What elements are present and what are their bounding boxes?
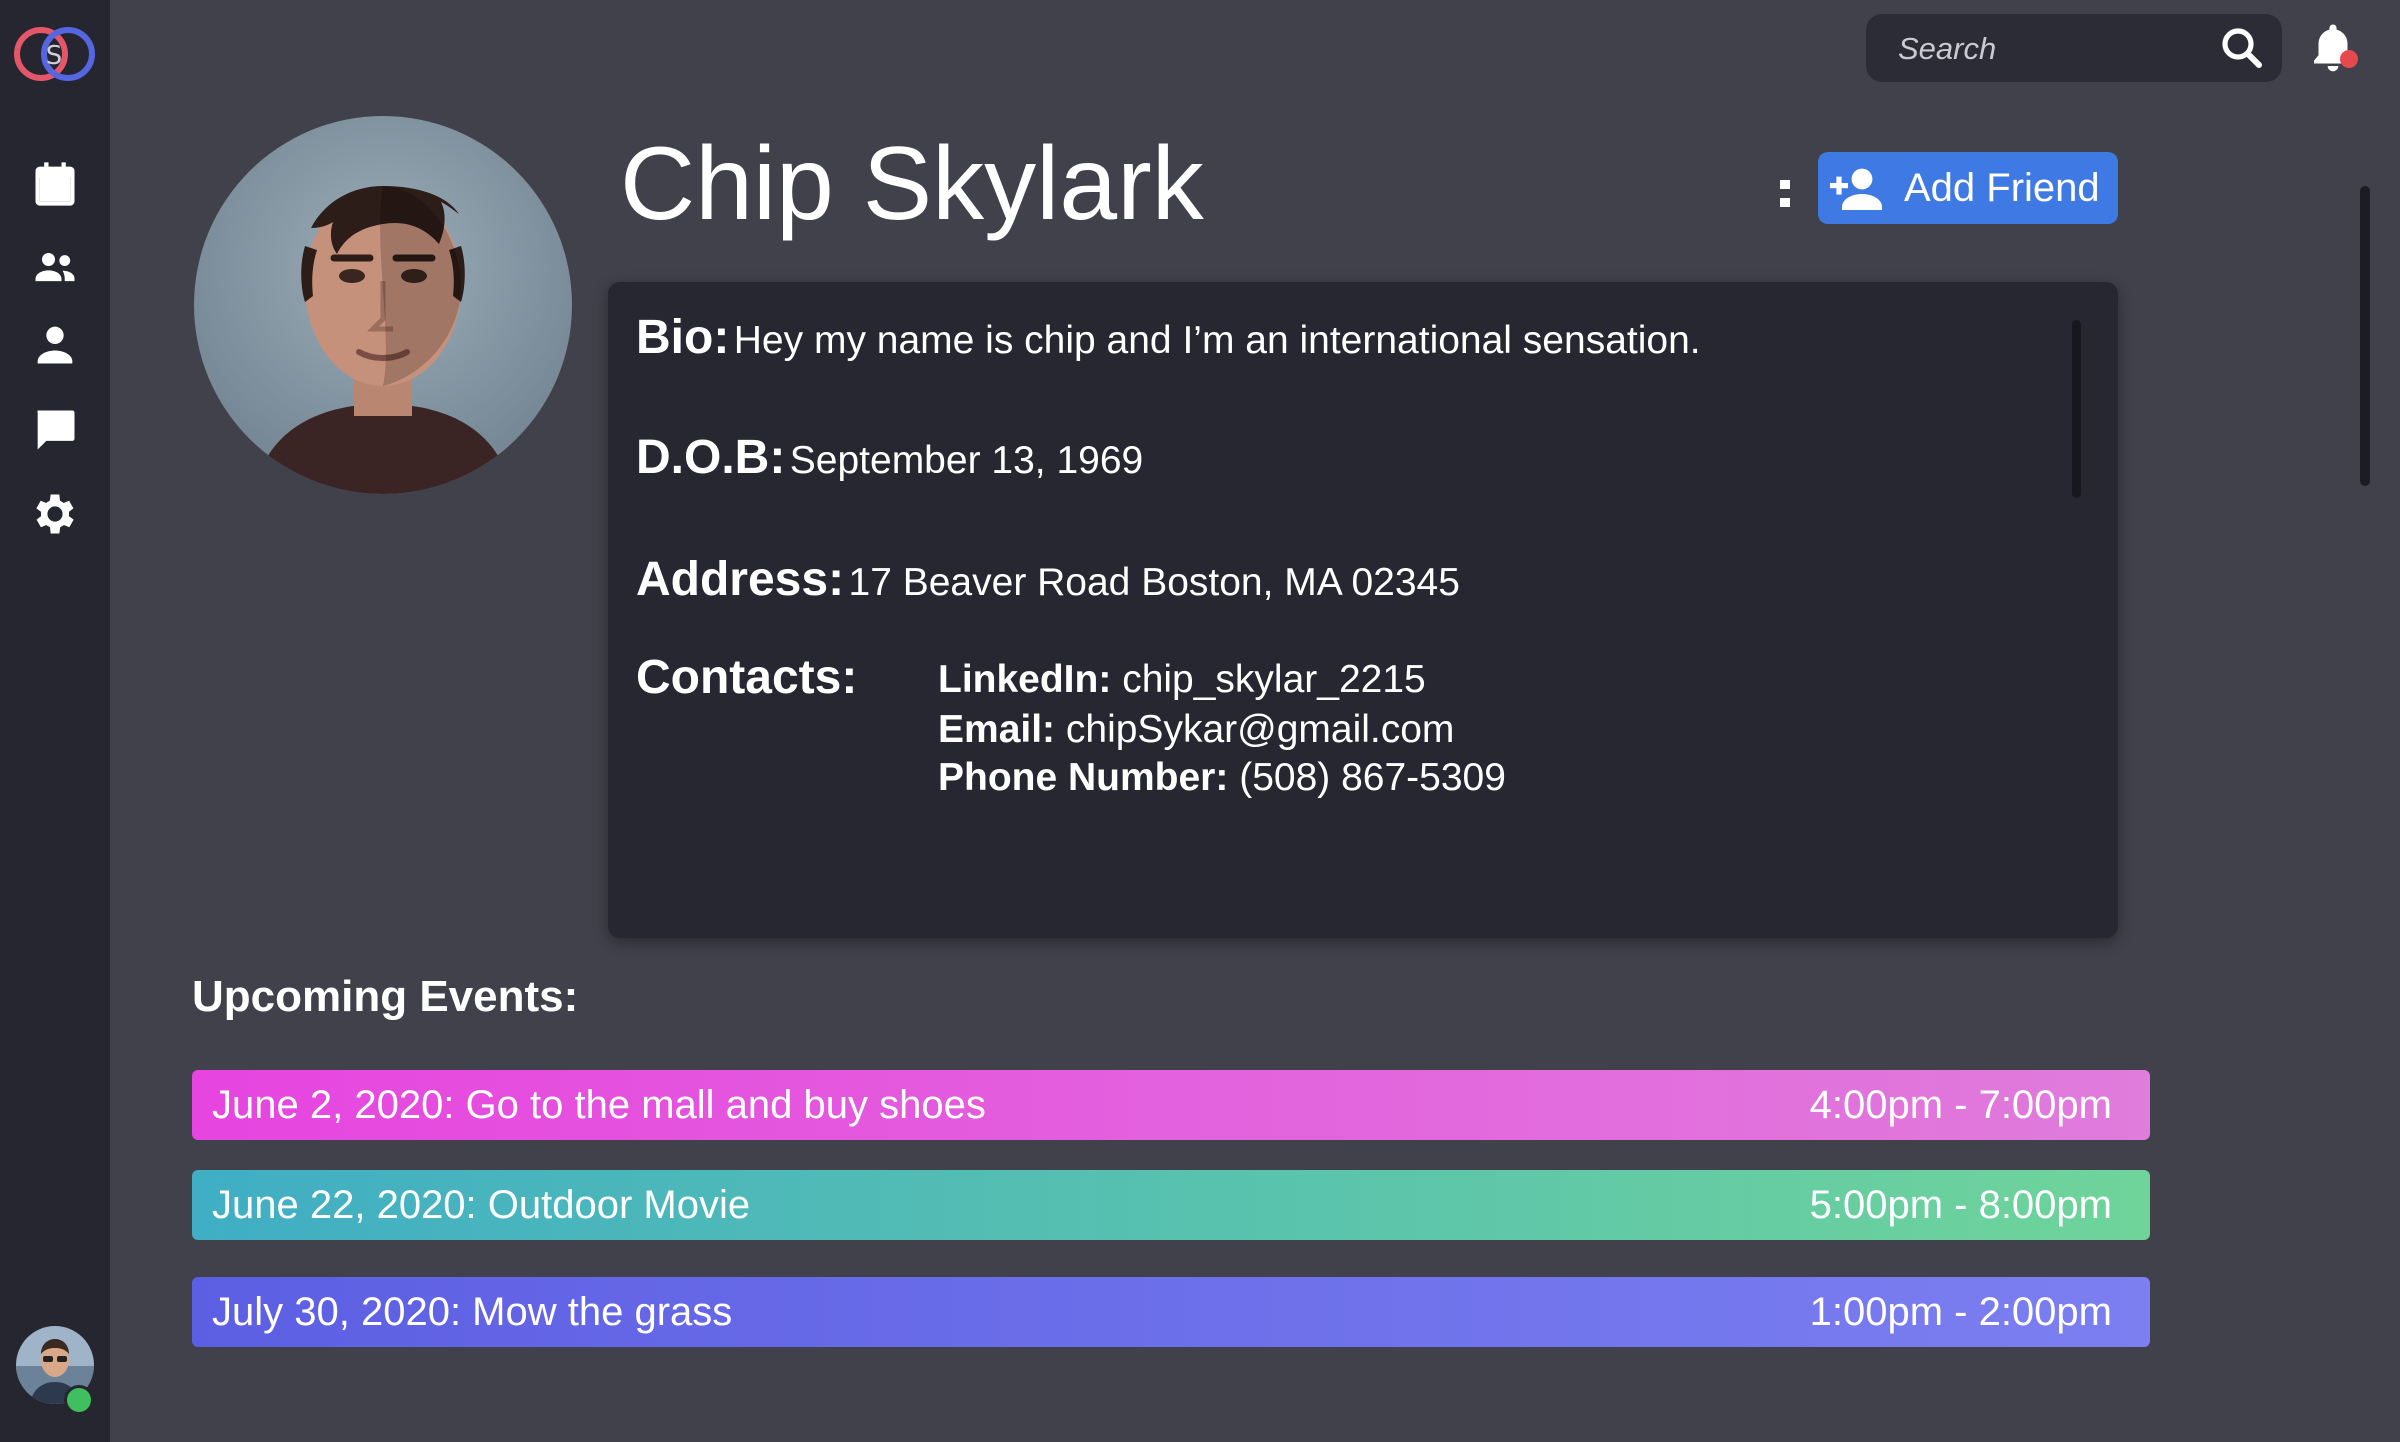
contact-email: Email: chipSykar@gmail.com — [938, 708, 1454, 752]
linkedin-label: LinkedIn: — [938, 658, 1112, 701]
contact-phone: Phone Number: (508) 867-5309 — [938, 756, 1506, 800]
vertical-dots-icon — [1780, 180, 1790, 207]
event-title: July 30, 2020: Mow the grass — [212, 1290, 733, 1334]
dob-row: D.O.B: September 13, 1969 — [636, 430, 1143, 485]
phone-value[interactable]: (508) 867-5309 — [1239, 756, 1506, 799]
upcoming-events-heading: Upcoming Events: — [192, 972, 579, 1021]
gear-icon — [36, 494, 74, 534]
event-item[interactable]: July 30, 2020: Mow the grass 1:00pm - 2:… — [192, 1277, 2150, 1347]
event-time: 4:00pm - 7:00pm — [1809, 1083, 2112, 1127]
more-options-icon[interactable] — [1778, 170, 1794, 214]
search-input[interactable] — [1896, 26, 2200, 72]
person-icon — [37, 326, 73, 364]
email-label: Email: — [938, 708, 1056, 751]
event-item[interactable]: June 2, 2020: Go to the mall and buy sho… — [192, 1070, 2150, 1140]
event-time: 5:00pm - 8:00pm — [1809, 1183, 2112, 1227]
sidebar-item-messages[interactable] — [29, 404, 81, 456]
page-scrollbar[interactable] — [2360, 186, 2370, 486]
phone-label: Phone Number: — [938, 756, 1229, 799]
bio-label: Bio: — [636, 311, 730, 364]
contacts-label: Contacts: — [636, 651, 858, 704]
chat-icon — [37, 410, 75, 450]
dob-label: D.O.B: — [636, 431, 786, 484]
calendar-icon — [35, 162, 75, 206]
event-title: June 2, 2020: Go to the mall and buy sho… — [212, 1083, 986, 1127]
add-friend-button[interactable]: Add Friend — [1818, 152, 2118, 224]
event-time: 1:00pm - 2:00pm — [1809, 1290, 2112, 1334]
sidebar-item-friends[interactable] — [29, 240, 81, 292]
profile-photo-image — [194, 116, 572, 494]
email-value[interactable]: chipSykar@gmail.com — [1066, 708, 1455, 751]
search-icon[interactable] — [2218, 24, 2266, 72]
card-scrollbar[interactable] — [2072, 320, 2081, 498]
contact-linkedin: LinkedIn: chip_skylar_2215 — [938, 658, 1426, 702]
profile-info-card: Bio: Hey my name is chip and I’m an inte… — [608, 282, 2118, 938]
profile-photo — [194, 116, 572, 494]
event-item[interactable]: June 22, 2020: Outdoor Movie 5:00pm - 8:… — [192, 1170, 2150, 1240]
sidebar: S — [0, 0, 110, 1442]
online-status-indicator — [64, 1385, 94, 1415]
bio-value: Hey my name is chip and I’m an internati… — [733, 319, 1701, 362]
people-icon — [35, 253, 75, 282]
event-title: June 22, 2020: Outdoor Movie — [212, 1183, 751, 1227]
sidebar-item-profile[interactable] — [29, 318, 81, 370]
notification-badge — [2340, 50, 2358, 68]
interlocking-rings-logo[interactable]: S — [10, 18, 102, 90]
linkedin-value[interactable]: chip_skylar_2215 — [1122, 658, 1426, 701]
dob-value: September 13, 1969 — [789, 439, 1144, 482]
bell-icon[interactable] — [2306, 20, 2360, 78]
person-add-icon — [1830, 168, 1882, 210]
add-friend-label: Add Friend — [1904, 166, 2100, 210]
svg-text:S: S — [46, 41, 63, 71]
address-value: 17 Beaver Road Boston, MA 02345 — [848, 561, 1460, 604]
search-bar — [1866, 14, 2282, 82]
bio-row: Bio: Hey my name is chip and I’m an inte… — [636, 310, 1701, 365]
address-label: Address: — [636, 553, 845, 606]
profile-name: Chip Skylark — [620, 126, 1204, 242]
sidebar-item-calendar[interactable] — [29, 158, 81, 210]
address-row: Address: 17 Beaver Road Boston, MA 02345 — [636, 552, 1460, 607]
sidebar-item-settings[interactable] — [29, 488, 81, 540]
